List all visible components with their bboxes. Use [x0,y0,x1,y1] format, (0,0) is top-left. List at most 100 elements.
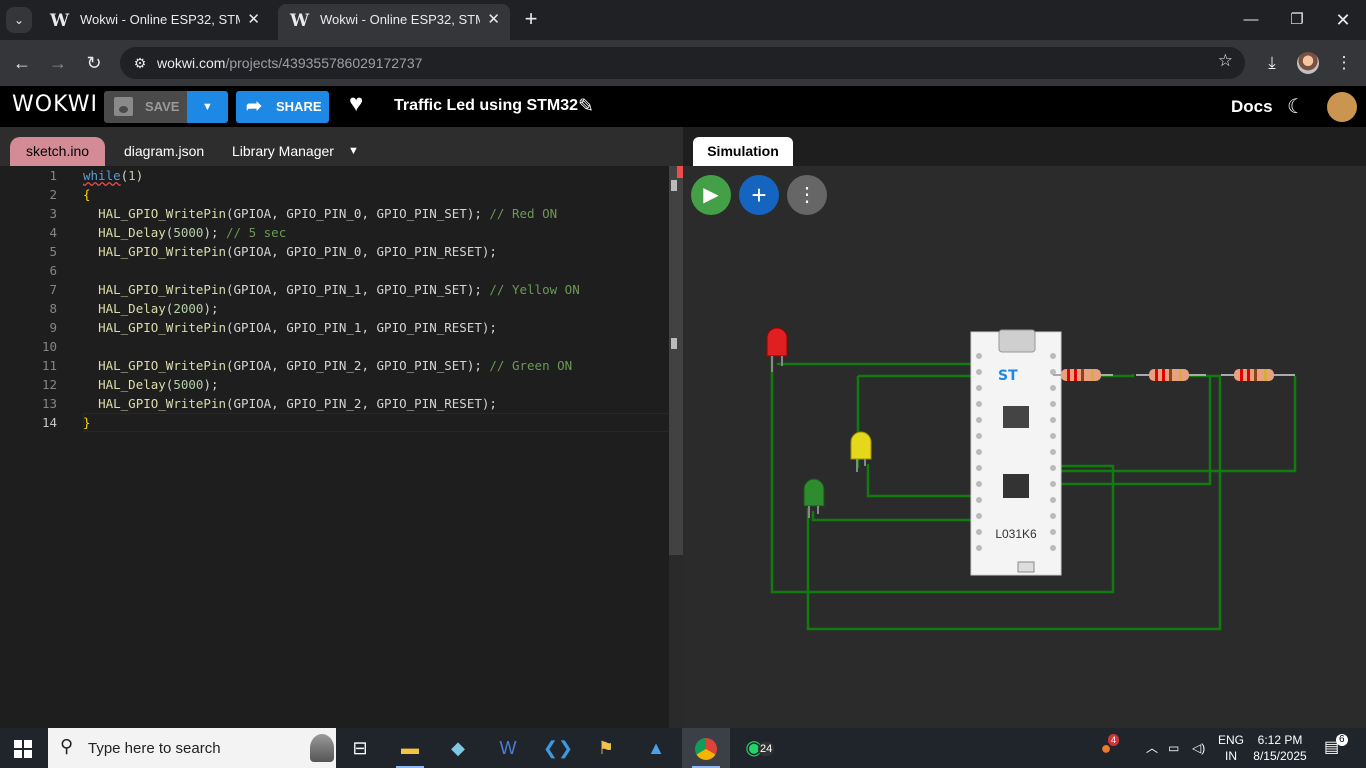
line-number: 5 [49,244,57,259]
close-tab-icon[interactable]: ✕ [247,4,260,36]
code-text[interactable]: HAL_Delay(5000); // 5 sec [83,223,286,242]
tab-diagram-json[interactable]: diagram.json [108,137,220,166]
code-line[interactable]: 10 [0,337,683,356]
code-line[interactable]: 13 HAL_GPIO_WritePin(GPIOA, GPIO_PIN_2, … [0,394,683,413]
st-logo: ST [998,368,1018,384]
show-hidden-icons[interactable]: ︿ [1146,728,1158,768]
project-title[interactable]: Traffic Led using STM32 [394,97,578,115]
scrollbar-thumb[interactable] [669,166,683,555]
menu-kebab-icon[interactable]: ⋮ [1331,50,1357,76]
share-button[interactable]: ➦ SHARE [236,91,329,123]
code-line[interactable]: 3 HAL_GPIO_WritePin(GPIOA, GPIO_PIN_0, G… [0,204,683,223]
code-text[interactable]: HAL_GPIO_WritePin(GPIOA, GPIO_PIN_2, GPI… [83,356,572,375]
forward-icon[interactable]: → [45,50,71,76]
heart-icon[interactable]: ♥ [349,90,363,118]
code-text[interactable]: HAL_GPIO_WritePin(GPIOA, GPIO_PIN_2, GPI… [83,394,497,413]
edit-pencil-icon[interactable]: ✎ [578,95,594,118]
chrome-icon[interactable] [682,728,730,768]
docs-link[interactable]: Docs [1231,97,1273,117]
tab-sketch-ino[interactable]: sketch.ino [10,137,106,166]
restore-icon[interactable]: ❐ [1274,0,1320,40]
line-number: 2 [49,187,57,202]
code-line[interactable]: 4 HAL_Delay(5000); // 5 sec [0,223,683,242]
tab-library-manager[interactable]: Library Manager [216,137,350,166]
battery-icon[interactable]: ▭ [1168,728,1179,768]
word-icon[interactable]: W [484,728,532,768]
code-text[interactable]: HAL_GPIO_WritePin(GPIOA, GPIO_PIN_0, GPI… [83,204,557,223]
stm32-nucleo-board: ST L031K6 [970,329,1062,576]
taskbar-search[interactable]: ⚲ Type here to search [48,728,336,768]
site-info-icon[interactable]: ⚙ [128,51,152,75]
line-number: 12 [41,377,57,392]
code-line[interactable]: 1 while(1) [0,166,683,185]
resistor-1 [1053,369,1113,381]
line-number: 8 [49,301,57,316]
code-line[interactable]: 6 [0,261,683,280]
back-icon[interactable]: ← [9,50,35,76]
floppy-icon [114,97,133,116]
code-line[interactable]: 8 HAL_Delay(2000); [0,299,683,318]
photos-icon[interactable]: ▲ [632,728,680,768]
vscode-icon[interactable]: ❮❯ [534,728,582,768]
language-indicator[interactable]: ENG IN [1218,732,1244,764]
user-avatar[interactable] [1327,92,1357,122]
notification-count: 6 [1336,734,1348,746]
address-bar[interactable]: ⚙ wokwi.com/projects/439355786029172737 … [120,47,1245,79]
tab-search-button[interactable]: ⌄ [6,7,32,33]
new-tab-button[interactable]: + [518,6,544,32]
notification-center-icon[interactable]: ▤ 6 [1324,728,1348,768]
save-button[interactable]: SAVE [104,91,187,123]
bookmark-star-icon[interactable]: ☆ [1218,51,1233,71]
code-line[interactable]: 11 HAL_GPIO_WritePin(GPIOA, GPIO_PIN_2, … [0,356,683,375]
task-view-icon[interactable]: ⊟ [336,728,384,768]
wokwi-logo[interactable]: WOKWI [12,92,98,117]
python-icon[interactable]: ⚑ [582,728,630,768]
tab-simulation[interactable]: Simulation [693,137,793,166]
dark-mode-icon[interactable]: ☾ [1287,94,1305,119]
scroll-marker [671,338,677,349]
editor-scrollbar[interactable] [669,166,683,728]
wokwi-favicon: W [50,11,70,31]
code-text[interactable]: } [83,413,91,432]
file-explorer-icon[interactable]: ▬ [386,728,434,768]
code-line[interactable]: 2{ [0,185,683,204]
browser-toolbar: ← → ↻ ⚙ wokwi.com/projects/4393557860291… [0,40,1366,86]
mcu-chip [1003,406,1029,428]
browser-tab-1[interactable]: W Wokwi - Online ESP32, STM32, A ✕ [38,4,270,40]
close-tab-icon[interactable]: ✕ [487,4,500,36]
volume-icon[interactable]: ◁) [1192,728,1205,768]
code-text[interactable]: HAL_Delay(5000); [83,375,218,394]
minimize-icon[interactable]: — [1228,0,1274,40]
download-icon[interactable]: ⤓ [1259,50,1285,76]
taskbar-clock[interactable]: 6:12 PM 8/15/2025 [1252,732,1308,764]
simulation-canvas[interactable]: ▶ + ⋮ ST L031K6 [683,166,1366,728]
code-line[interactable]: 7 HAL_GPIO_WritePin(GPIOA, GPIO_PIN_1, G… [0,280,683,299]
save-dropdown-button[interactable]: ▼ [187,91,228,123]
profile-avatar[interactable] [1297,52,1319,74]
browser-tab-2[interactable]: W Wokwi - Online ESP32, STM32, A ✕ [278,4,510,40]
code-text[interactable]: { [83,185,91,204]
code-line[interactable]: 12 HAL_Delay(5000); [0,375,683,394]
line-number: 13 [41,396,57,411]
editor-tabs-dropdown-icon[interactable]: ▼ [338,137,369,166]
weather-icon[interactable]: ● 4 [1086,728,1126,768]
wire [866,464,973,498]
lang-region: IN [1225,749,1237,763]
wokwi-favicon: W [290,11,310,31]
code-editor[interactable]: 1 while(1) 2{3 HAL_GPIO_WritePin(GPIOA, GP… [0,166,683,728]
url-text[interactable]: wokwi.com/projects/439355786029172737 [157,55,422,71]
close-window-icon[interactable]: ✕ [1320,0,1366,40]
whatsapp-icon[interactable]: ◉ 24 [730,728,778,768]
code-line[interactable]: 14} [0,413,683,432]
code-text[interactable]: HAL_GPIO_WritePin(GPIOA, GPIO_PIN_1, GPI… [83,318,497,337]
code-text[interactable]: while(1) [83,166,143,185]
code-text[interactable]: HAL_GPIO_WritePin(GPIOA, GPIO_PIN_1, GPI… [83,280,580,299]
reload-icon[interactable]: ↻ [81,50,107,76]
tab-title: Wokwi - Online ESP32, STM32, A [320,12,480,27]
code-text[interactable]: HAL_GPIO_WritePin(GPIOA, GPIO_PIN_0, GPI… [83,242,497,261]
code-line[interactable]: 9 HAL_GPIO_WritePin(GPIOA, GPIO_PIN_1, G… [0,318,683,337]
app-icon[interactable]: ◆ [434,728,482,768]
windows-start-icon[interactable] [14,740,32,758]
code-line[interactable]: 5 HAL_GPIO_WritePin(GPIOA, GPIO_PIN_0, G… [0,242,683,261]
code-text[interactable]: HAL_Delay(2000); [83,299,218,318]
